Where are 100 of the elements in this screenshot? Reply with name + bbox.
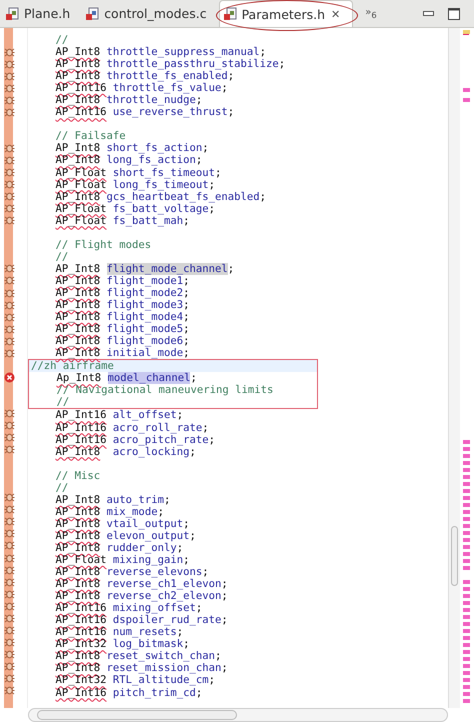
semicolon: ; xyxy=(183,299,190,312)
semicolon: ; xyxy=(183,286,190,299)
variable-name: rudder_only xyxy=(106,542,177,554)
semicolon: ; xyxy=(202,422,209,434)
semicolon: ; xyxy=(260,190,266,203)
variable-name: short_fs_action xyxy=(106,142,202,154)
type-name: AP_Int8 xyxy=(56,590,100,602)
semicolon: ; xyxy=(228,106,234,118)
semicolon: ; xyxy=(208,178,215,191)
type-name: AP_Int8 xyxy=(56,58,100,70)
semicolon: ; xyxy=(183,335,190,348)
variable-name: flight_mode2 xyxy=(106,286,184,299)
variable-name: flight_mode4 xyxy=(106,311,184,324)
semicolon: ; xyxy=(221,578,228,590)
type-name: AP_Int16 xyxy=(56,106,107,118)
semicolon: ; xyxy=(260,46,266,58)
variable-name: long_fs_timeout xyxy=(112,178,209,191)
semicolon: ; xyxy=(183,311,190,324)
semicolon: ; xyxy=(164,494,170,506)
type-name: AP_Int8 xyxy=(56,154,100,166)
type-name: AP_Int32 xyxy=(56,638,107,650)
type-name: AP_Int8 xyxy=(56,142,100,154)
semicolon: ; xyxy=(189,530,196,542)
variable-name: throttle_nudge xyxy=(106,94,196,106)
variable-name: reset_switch_chan xyxy=(106,650,215,662)
variable-name: reverse_ch1_elevon xyxy=(106,578,222,590)
type-name: AP_Int32 xyxy=(56,674,107,686)
type-name: AP_Int8 xyxy=(56,662,100,674)
semicolon: ; xyxy=(221,614,228,626)
type-name: AP_Int8 xyxy=(56,506,100,518)
vertical-scrollbar[interactable] xyxy=(448,28,460,708)
variable-name: throttle_passthru_stabilize xyxy=(106,58,279,70)
type-name: AP_Int8 xyxy=(56,262,100,275)
variable-name: throttle_suppress_manual xyxy=(106,46,260,58)
semicolon: ; xyxy=(183,347,190,360)
maximize-icon[interactable] xyxy=(448,8,460,20)
semicolon: ; xyxy=(221,662,228,674)
variable-name: dspoiler_rud_rate xyxy=(112,614,222,626)
semicolon: ; xyxy=(183,638,190,650)
variable-name: initial_mode xyxy=(106,347,184,360)
variable-name: fs_batt_mah xyxy=(112,214,184,227)
variable-name: acro_pitch_rate xyxy=(112,434,209,446)
semicolon: ; xyxy=(214,650,222,662)
variable-name: model_channel xyxy=(108,372,190,384)
horizontal-scrollbar[interactable] xyxy=(28,708,448,722)
editor-tab[interactable]: control_modes.c xyxy=(82,0,219,27)
type-name: AP_Int8 xyxy=(56,190,100,203)
variable-name: vtail_output xyxy=(106,518,184,530)
tab-label: Parameters.h xyxy=(242,6,326,22)
tab-overflow[interactable]: »$_{6}$ xyxy=(365,7,377,20)
semicolon: ; xyxy=(196,94,202,106)
code-comment: // xyxy=(54,482,68,494)
editor-tab[interactable]: Plane.h xyxy=(2,0,82,27)
type-name: AP_Int16 xyxy=(56,626,107,638)
type-name: AP_Float xyxy=(56,178,107,191)
type-name: AP_Int8 xyxy=(56,299,100,312)
code-comment: // xyxy=(56,396,70,408)
type-name: AP_Int8 xyxy=(56,347,100,360)
type-name: AP_Int8 xyxy=(56,286,100,299)
type-name: AP_Int8 xyxy=(56,542,100,554)
variable-name: log_bitmask xyxy=(112,638,184,650)
minimize-icon[interactable] xyxy=(423,10,434,16)
variable-name: acro_roll_rate xyxy=(112,422,202,434)
code-comment: // Flight modes xyxy=(54,238,152,251)
type-name: AP_Int16 xyxy=(56,434,107,446)
tab-label: Plane.h xyxy=(24,6,70,21)
variable-name: throttle_fs_enabled xyxy=(106,70,228,82)
variable-name: pitch_trim_cd xyxy=(112,686,196,699)
semicolon: ; xyxy=(183,323,190,336)
type-name: AP_Float xyxy=(56,214,107,227)
semicolon: ; xyxy=(158,506,164,518)
semicolon: ; xyxy=(183,214,190,227)
tab-label: control_modes.c xyxy=(104,6,207,21)
variable-name: RTL_altitude_cm xyxy=(112,674,209,686)
semicolon: ; xyxy=(189,446,196,458)
variable-name: use_reverse_thrust xyxy=(112,106,228,118)
semicolon: ; xyxy=(228,262,234,275)
variable-name: elevon_output xyxy=(106,530,190,542)
semicolon: ; xyxy=(183,554,190,566)
variable-name: alt_offset xyxy=(112,409,177,422)
variable-name: flight_mode5 xyxy=(106,323,184,336)
type-name: AP_Int8 xyxy=(56,274,100,287)
type-name: AP_Int16 xyxy=(56,409,107,422)
type-name: AP_Int8 xyxy=(56,70,100,82)
variable-name: auto_trim xyxy=(106,494,164,506)
semicolon: ; xyxy=(221,590,228,602)
type-name: AP_Int8 xyxy=(56,335,100,348)
semicolon: ; xyxy=(228,70,234,82)
semicolon: ; xyxy=(190,372,197,384)
close-button[interactable]: ✕ xyxy=(331,8,340,20)
semicolon: ; xyxy=(176,409,184,422)
variable-name: flight_mode6 xyxy=(106,335,184,348)
variable-name: reverse_ch2_elevon xyxy=(106,590,222,602)
type-name: AP_Int16 xyxy=(56,82,107,94)
semicolon: ; xyxy=(214,166,222,179)
type-name: AP_Int16 xyxy=(56,614,107,626)
code-comment: //zh airframe xyxy=(31,360,114,372)
variable-name: throttle_fs_value xyxy=(112,82,222,94)
variable-name: fs_batt_voltage xyxy=(112,202,209,215)
variable-name: short_fs_timeout xyxy=(112,166,215,179)
